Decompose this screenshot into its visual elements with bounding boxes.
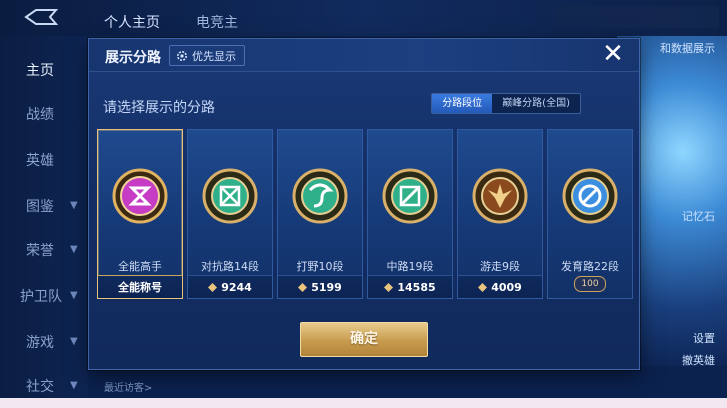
- left-nav: 主页 战绩 英雄 图鉴 ▼ 荣誉 ▼ 护卫队 ▼ 游戏 ▼ 社交 ▼: [0, 36, 88, 408]
- lane-card-footer: 14585: [368, 275, 452, 298]
- rank-100-badge: 100: [574, 276, 606, 292]
- gear-icon: [177, 50, 187, 61]
- confirm-button[interactable]: 确定: [300, 322, 428, 357]
- priority-display-button[interactable]: 优先显示: [169, 45, 245, 66]
- memory-stone-label[interactable]: 记忆石: [682, 208, 715, 224]
- dialog-header: 展示分路 优先显示 ✕: [89, 39, 639, 72]
- tab-personal-home[interactable]: 个人主页: [104, 12, 160, 32]
- score-diamond-icon: [384, 282, 394, 292]
- nav-item-codex[interactable]: 图鉴: [26, 196, 54, 216]
- lane-card-clash[interactable]: 对抗路14段 9244: [187, 129, 273, 299]
- roam-medal-icon: [472, 168, 528, 224]
- settings-label[interactable]: 设置: [693, 330, 715, 346]
- lane-score: 4009: [491, 280, 522, 294]
- jungle-medal-icon: [292, 168, 348, 224]
- chevron-down-icon: ▼: [70, 336, 78, 347]
- score-diamond-icon: [208, 282, 218, 292]
- lane-card-mid[interactable]: 中路19段 14585: [367, 129, 453, 299]
- lane-type-toggle: 分路段位 巅峰分路(全国): [431, 93, 581, 114]
- lane-score: 5199: [311, 280, 342, 294]
- lane-card-all-round[interactable]: 全能高手 全能称号: [97, 129, 183, 299]
- lane-card-roam[interactable]: 游走9段 4009: [457, 129, 543, 299]
- close-button[interactable]: ✕: [601, 41, 625, 67]
- tab-esports[interactable]: 电竞主: [196, 12, 238, 32]
- data-display-label[interactable]: 和数据展示: [660, 40, 715, 56]
- nav-item-record[interactable]: 战绩: [26, 104, 54, 124]
- back-icon[interactable]: [22, 8, 60, 26]
- clash-lane-medal-icon: [202, 168, 258, 224]
- lane-card-farm[interactable]: 发育路22段 100: [547, 129, 633, 299]
- lane-card-jungle[interactable]: 打野10段 5199: [277, 129, 363, 299]
- resource-bar: [554, 6, 719, 28]
- lane-card-footer: 5199: [278, 275, 362, 298]
- priority-display-label: 优先显示: [192, 49, 236, 63]
- farm-lane-medal-icon: [562, 168, 618, 224]
- lane-card-label: 发育路22段: [561, 260, 619, 273]
- nav-item-game[interactable]: 游戏: [26, 332, 54, 352]
- lane-score: 14585: [397, 280, 436, 294]
- withdraw-hero-label[interactable]: 撤英雄: [682, 352, 715, 368]
- lane-card-footer: 9244: [188, 275, 272, 298]
- chevron-down-icon: ▼: [70, 244, 78, 255]
- nav-item-hero[interactable]: 英雄: [26, 150, 54, 170]
- lane-card-label: 全能高手: [118, 260, 162, 273]
- chevron-down-icon: ▼: [70, 290, 78, 301]
- dialog-title: 展示分路: [105, 50, 161, 66]
- nav-item-guard[interactable]: 护卫队: [20, 286, 62, 306]
- score-diamond-icon: [478, 282, 488, 292]
- lane-card-label: 打野10段: [296, 260, 344, 273]
- lane-card-list: 全能高手 全能称号 对抗路14段 9244 打野10段 5199 中路19段 1…: [97, 129, 633, 301]
- nav-item-social[interactable]: 社交: [26, 376, 54, 396]
- lane-card-label: 对抗路14段: [201, 260, 259, 273]
- lane-card-footer: 全能称号: [98, 275, 182, 298]
- tab-peak-lane[interactable]: 巅峰分路(全国): [492, 94, 580, 113]
- lane-display-dialog: 展示分路 优先显示 ✕ 请选择展示的分路 分路段位 巅峰分路(全国) 全能高手 …: [88, 38, 640, 370]
- score-diamond-icon: [298, 282, 308, 292]
- nav-item-home[interactable]: 主页: [26, 60, 54, 80]
- top-bar: 个人主页 电竞主: [0, 0, 727, 36]
- lane-card-label: 游走9段: [480, 260, 520, 273]
- chevron-down-icon: ▼: [70, 380, 78, 391]
- recent-visitors-link[interactable]: 最近访客>: [104, 379, 152, 394]
- all-round-title: 全能称号: [118, 281, 162, 294]
- chevron-down-icon: ▼: [70, 200, 78, 211]
- bottom-strip: [0, 398, 727, 408]
- lane-score: 9244: [221, 280, 252, 294]
- lane-card-footer: 4009: [458, 275, 542, 298]
- tab-lane-rank[interactable]: 分路段位: [432, 94, 493, 113]
- mid-lane-medal-icon: [382, 168, 438, 224]
- dialog-subtitle: 请选择展示的分路: [103, 100, 215, 116]
- all-round-medal-icon: [112, 168, 168, 224]
- nav-item-honor[interactable]: 荣誉: [26, 240, 54, 260]
- lane-card-label: 中路19段: [386, 260, 434, 273]
